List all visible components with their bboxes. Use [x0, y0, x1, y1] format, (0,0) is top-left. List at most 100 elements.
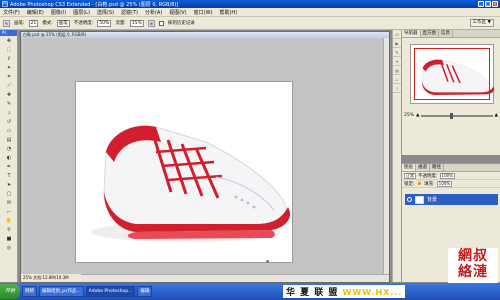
window-title: Adobe Photoshop CS3 Extended - [白鞋.psd @…	[10, 1, 179, 8]
menu-item-window[interactable]: 窗口(W)	[194, 9, 213, 16]
eyedropper-tool-icon[interactable]: ⌐	[1, 208, 17, 216]
erase-to-history-checkbox[interactable]	[158, 20, 164, 26]
blur-tool-icon[interactable]: ◔	[1, 145, 17, 153]
notes-tool-icon[interactable]: ✉	[1, 199, 17, 207]
menu-item-help[interactable]: 帮助(H)	[219, 9, 237, 16]
layer-row-background[interactable]: 背景	[405, 194, 498, 205]
eraser-tool-icon[interactable]: ▭	[1, 127, 17, 135]
move-tool-icon[interactable]: ✥	[1, 37, 17, 45]
slice-tool-icon[interactable]: ⟋	[1, 82, 17, 90]
toolbox: Ps ✥ ⬚ ℓ ✦ ⌗ ⟋ ✚ ✎ ⊥ ↺ ▭ ▤ ◔ ◐ ✒ T ➤ ▢ ✉…	[0, 30, 18, 282]
color-swatches-icon[interactable]: ■	[1, 235, 17, 243]
fill-input[interactable]: 100%	[436, 180, 453, 187]
document-status: 25% 文档:12.8M/10.3M	[21, 274, 81, 282]
lock-icon[interactable]: 🔒	[417, 181, 423, 186]
taskbar-item-photoshop[interactable]: Adobe Photoshop...	[85, 286, 136, 297]
brush-size-picker[interactable]: 21	[28, 19, 39, 27]
gradient-tool-icon[interactable]: ▤	[1, 136, 17, 144]
clone-stamp-tool-icon[interactable]: ⊥	[1, 109, 17, 117]
lasso-tool-icon[interactable]: ℓ	[1, 55, 17, 63]
workspace-button[interactable]: 工作区 ▼	[469, 19, 494, 27]
history-brush-tool-icon[interactable]: ✎	[3, 19, 10, 27]
view-box-frame[interactable]	[414, 48, 490, 100]
shoe-graphic	[91, 125, 291, 242]
opacity-input[interactable]: 50%	[97, 19, 112, 27]
tab-info[interactable]: 信息	[439, 30, 453, 37]
panel-icon-info[interactable]: i	[393, 84, 401, 93]
healing-brush-tool-icon[interactable]: ✚	[1, 91, 17, 99]
flow-input[interactable]: 15%	[129, 19, 144, 27]
horizontal-scrollbar[interactable]	[81, 274, 389, 282]
pen-tool-icon[interactable]: ✒	[1, 163, 17, 171]
erase-to-history-label: 抹到历史记录	[167, 21, 195, 26]
panel-icon-tools[interactable]: ✦	[393, 57, 401, 66]
menu-item-file[interactable]: 文件(F)	[3, 9, 20, 16]
taskbar-item-editor[interactable]: 编辑组别_ps作品...	[39, 286, 84, 297]
blend-row: 正常 不透明度: 100%	[402, 172, 500, 180]
history-brush-tool-icon[interactable]: ↺	[1, 118, 17, 126]
menu-item-edit[interactable]: 编辑(E)	[27, 9, 44, 16]
panel-icon-history[interactable]: ◷	[393, 30, 401, 39]
navigator-zoom-value[interactable]: 25%	[404, 113, 414, 118]
tab-histogram[interactable]: 直方图	[421, 30, 439, 37]
tab-channels[interactable]: 通道	[416, 164, 430, 171]
opacity-label: 不透明度:	[73, 21, 94, 26]
taskbar: 开始 网络 编辑组别_ps作品... Adobe Photoshop... 编辑	[0, 283, 500, 300]
zoom-level[interactable]: 25%	[23, 275, 32, 280]
zoom-slider[interactable]	[421, 112, 493, 119]
layers-tabs: 图层 通道 路径	[402, 164, 500, 172]
watermark-banner: 华 夏 联 盟 WWW.HX...	[283, 285, 406, 298]
zoom-tool-icon[interactable]: ⚲	[1, 226, 17, 234]
taskbar-item-network[interactable]: 网络	[22, 286, 37, 297]
taskbar-item-edit[interactable]: 编辑	[137, 286, 153, 297]
canvas-area[interactable]	[21, 38, 383, 274]
path-selection-tool-icon[interactable]: ➤	[1, 181, 17, 189]
panel-icon-brushes[interactable]: ✎	[393, 48, 401, 57]
zoom-in-icon[interactable]: ▲	[495, 113, 498, 118]
panel-icon-layer-comps[interactable]: ▤	[393, 66, 401, 75]
navigator-thumbnail[interactable]	[410, 44, 495, 104]
vertical-scrollbar[interactable]	[383, 38, 389, 274]
window-controls: _ □ ×	[478, 1, 498, 7]
options-bar: ✎ 画笔: 21 模式: 画笔 不透明度: 50% 流量: 15% ≋ 抹到历史…	[0, 17, 500, 30]
tab-layers[interactable]: 图层	[402, 164, 416, 171]
dodge-tool-icon[interactable]: ◐	[1, 154, 17, 162]
magic-wand-tool-icon[interactable]: ✦	[1, 64, 17, 72]
shoe-image[interactable]	[76, 82, 292, 262]
type-tool-icon[interactable]: T	[1, 172, 17, 180]
layer-opacity-input[interactable]: 100%	[439, 172, 455, 179]
menu-item-analysis[interactable]: 分析(A)	[145, 9, 162, 16]
hand-tool-icon[interactable]: ✋	[1, 217, 17, 225]
quick-mask-icon[interactable]: ◎	[1, 244, 17, 252]
tab-paths[interactable]: 路径	[430, 164, 444, 171]
close-button[interactable]: ×	[492, 1, 498, 7]
zoom-slider-knob[interactable]	[449, 112, 453, 119]
brush-tool-icon[interactable]: ✎	[1, 100, 17, 108]
panel-icon-clone[interactable]: ⊥	[393, 75, 401, 84]
lock-label: 锁定:	[404, 181, 415, 187]
navigator-zoom-row: 25% ▲ ▲	[404, 112, 498, 119]
mode-select[interactable]: 画笔	[56, 19, 70, 27]
navigator-panel: 导航器 直方图 信息 25% ▲ ▲	[401, 30, 500, 155]
watermark-url: WWW.HX...	[342, 288, 403, 297]
flow-label: 流量:	[115, 21, 126, 26]
tab-navigator[interactable]: 导航器	[402, 30, 421, 37]
crop-tool-icon[interactable]: ⌗	[1, 73, 17, 81]
menu-item-select[interactable]: 选择(S)	[97, 9, 114, 16]
menu-item-image[interactable]: 图像(I)	[51, 9, 66, 16]
brush-label: 画笔:	[14, 21, 25, 26]
visibility-eye-icon[interactable]	[407, 197, 412, 202]
airbrush-icon[interactable]: ≋	[147, 19, 155, 27]
shape-tool-icon[interactable]: ▢	[1, 190, 17, 198]
panel-icon-actions[interactable]: ▶	[393, 39, 401, 48]
blend-mode-select[interactable]: 正常	[404, 172, 416, 179]
menu-item-filter[interactable]: 滤镜(T)	[121, 9, 138, 16]
zoom-out-icon[interactable]: ▲	[416, 113, 419, 118]
layer-name[interactable]: 背景	[427, 196, 437, 203]
minimize-button[interactable]: _	[478, 1, 484, 7]
menu-item-view[interactable]: 视图(V)	[169, 9, 186, 16]
start-button[interactable]: 开始	[0, 284, 20, 299]
maximize-button[interactable]: □	[485, 1, 491, 7]
marquee-tool-icon[interactable]: ⬚	[1, 46, 17, 54]
menu-item-layer[interactable]: 图层(L)	[73, 9, 90, 16]
